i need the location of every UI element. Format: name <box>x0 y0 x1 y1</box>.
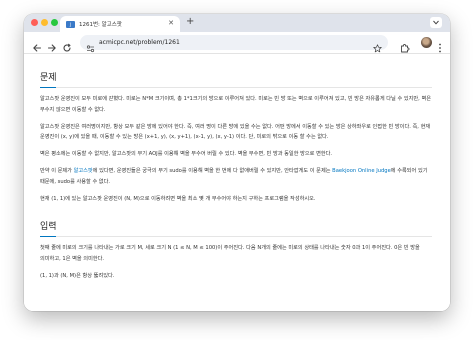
section-title-problem: 문제 <box>40 70 432 88</box>
problem-body: 문제 알고스팟 운영진이 모두 미로에 갇혔다. 미로는 N*M 크기이며, 총… <box>40 55 432 282</box>
minimize-window-button[interactable] <box>41 19 48 26</box>
page-content: 문제 알고스팟 운영진이 모두 미로에 갇혔다. 미로는 N*M 크기이며, 총… <box>24 55 450 311</box>
tab-strip: J 1261번: 알고스팟 ✕ + <box>24 14 450 32</box>
section-header-input: 입력 <box>40 219 432 238</box>
para4-text-1: 만약 이 문제가 <box>40 167 74 174</box>
problem-paragraph-1: 알고스팟 운영진이 모두 미로에 갇혔다. 미로는 N*M 크기이며, 총 1*… <box>40 96 432 113</box>
zoom-window-button[interactable] <box>51 19 58 26</box>
url-text: acmicpc.net/problem/1261 <box>99 39 180 46</box>
section-header-problem: 문제 <box>40 70 432 88</box>
problem-paragraph-4: 만약 이 문제가 알고스팟에 있다면, 운영진들은 궁극의 무기 sudo를 이… <box>40 166 432 188</box>
tab-active[interactable]: J 1261번: 알고스팟 ✕ <box>60 16 180 32</box>
section-title-input: 입력 <box>40 219 432 238</box>
close-window-button[interactable] <box>31 19 38 26</box>
problem-paragraph-3: 벽은 평소에는 이동할 수 없지만, 알고스팟의 무기 AOJ를 이용해 벽을 … <box>40 151 333 158</box>
problem-paragraph-5: 현재 (1, 1)에 있는 알고스팟 운영진이 (N, M)으로 이동하려면 벽… <box>40 195 316 202</box>
new-tab-button[interactable]: + <box>186 16 194 27</box>
algospot-link[interactable]: 알고스팟 <box>74 168 93 174</box>
tab-close-icon[interactable]: ✕ <box>168 19 174 27</box>
bojudge-link[interactable]: Baekjoon Online Judge <box>332 168 391 174</box>
address-bar[interactable]: acmicpc.net/problem/1261 <box>80 35 388 53</box>
tab-search-button[interactable] <box>430 17 442 28</box>
browser-toolbar: acmicpc.net/problem/1261 <box>24 32 450 54</box>
browser-window: J 1261번: 알고스팟 ✕ + acmicpc.net/problem/12… <box>24 14 450 311</box>
para4-text-2: 에 있다면, 운영진들은 궁극의 무기 sudo를 이용해 벽을 한 번에 다 … <box>92 167 333 174</box>
tab-title: 1261번: 알고스팟 <box>79 22 122 28</box>
avatar[interactable] <box>421 37 432 48</box>
input-paragraph-2: (1, 1)과 (N, M)은 항상 뚫려있다. <box>40 272 115 279</box>
favicon-icon: J <box>66 20 75 28</box>
problem-paragraph-2: 알고스팟 운영진은 여러명이지만, 항상 모두 같은 방에 있어야 한다. 즉,… <box>40 123 431 141</box>
input-paragraph-1: 첫째 줄에 미로의 크기를 나타내는 가로 크기 M, 세로 크기 N (1 ≤… <box>40 245 420 263</box>
